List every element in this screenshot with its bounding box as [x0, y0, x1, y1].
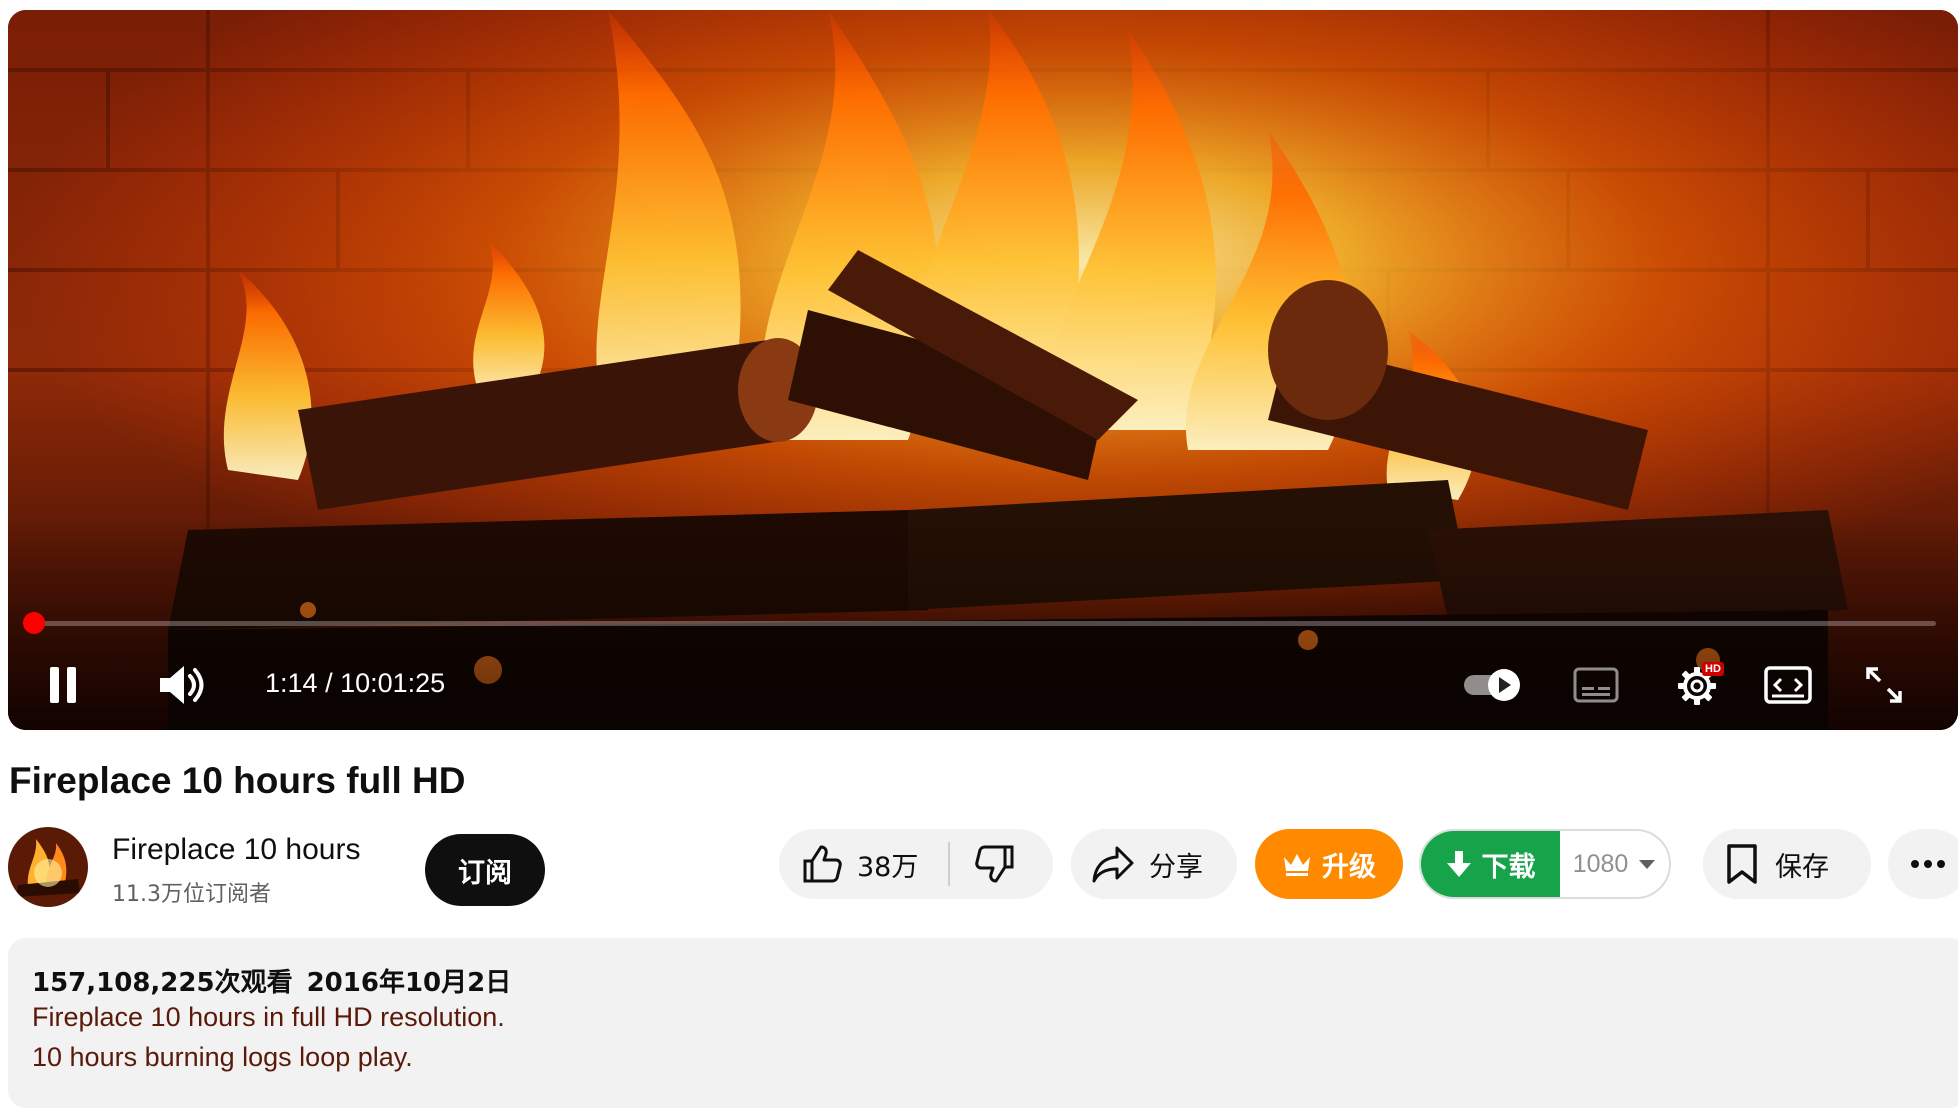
download-button[interactable]: 下载 — [1421, 831, 1560, 897]
upgrade-button[interactable]: 升级 — [1255, 829, 1403, 899]
theater-icon — [1764, 666, 1812, 704]
settings-button[interactable]: HD — [1664, 658, 1730, 710]
description-meta: 157,108,225次观看 2016年10月2日 — [32, 962, 511, 999]
download-label: 下载 — [1481, 851, 1536, 883]
subscribe-button[interactable]: 订阅 — [425, 834, 545, 906]
quality-select[interactable]: 1080 — [1560, 831, 1669, 897]
volume-button[interactable] — [152, 660, 212, 710]
like-count: 38万 — [857, 851, 919, 883]
channel-avatar[interactable] — [8, 827, 88, 907]
subscriber-count: 11.3万位订阅者 — [112, 882, 271, 907]
share-button[interactable]: 分享 — [1071, 829, 1237, 899]
time-display: 1:14 / 10:01:25 — [265, 668, 445, 699]
fullscreen-button[interactable] — [1858, 662, 1910, 708]
autoplay-icon — [1464, 669, 1520, 701]
thumbs-up-icon — [803, 845, 842, 883]
share-icon — [1092, 846, 1134, 883]
player-controls: 1:14 / 10:01:25 HD — [8, 650, 1958, 720]
progress-track[interactable] — [28, 621, 1936, 626]
like-dislike-group: 38万 — [779, 829, 1053, 899]
thumbs-down-icon — [975, 845, 1014, 883]
fullscreen-icon — [1866, 667, 1902, 703]
download-group: 下载 1080 — [1419, 829, 1671, 899]
upload-date: 2016年10月2日 — [306, 968, 512, 998]
more-horizontal-icon — [1911, 860, 1945, 868]
upgrade-label: 升级 — [1322, 851, 1376, 883]
autoplay-toggle[interactable] — [1460, 662, 1526, 708]
theater-mode-button[interactable] — [1758, 662, 1818, 708]
video-title: Fireplace 10 hours full HD — [9, 760, 466, 801]
duration: 10:01:25 — [340, 668, 446, 698]
video-player[interactable]: 1:14 / 10:01:25 HD — [8, 10, 1958, 730]
save-label: 保存 — [1775, 851, 1829, 883]
dislike-button[interactable] — [950, 829, 1016, 899]
volume-icon — [160, 666, 204, 704]
avatar-image — [8, 827, 88, 907]
quality-value: 1080 — [1572, 849, 1629, 878]
progress-scrubber[interactable] — [22, 612, 45, 634]
current-time: 1:14 — [265, 668, 318, 698]
like-button[interactable]: 38万 — [801, 829, 918, 899]
chevron-down-icon — [1639, 860, 1656, 869]
subtitles-icon — [1573, 667, 1619, 703]
hd-badge: HD — [1702, 662, 1724, 676]
bookmark-icon — [1727, 844, 1757, 884]
progress-bar[interactable] — [22, 612, 1936, 634]
pause-button[interactable] — [38, 660, 88, 710]
description-line: Fireplace 10 hours in full HD resolution… — [32, 1002, 505, 1032]
download-arrow-icon — [1446, 851, 1471, 877]
description-box[interactable]: 157,108,225次观看 2016年10月2日 Fireplace 10 ho… — [8, 938, 1958, 1108]
view-count: 157,108,225次观看 — [32, 968, 293, 998]
subtitles-button[interactable] — [1568, 662, 1624, 708]
description-line: 10 hours burning logs loop play. — [32, 1042, 413, 1072]
more-actions-button[interactable] — [1888, 829, 1958, 899]
time-separator: / — [317, 668, 341, 698]
channel-name[interactable]: Fireplace 10 hours — [112, 833, 360, 867]
crown-icon — [1284, 854, 1310, 876]
pause-icon — [50, 667, 76, 703]
save-button[interactable]: 保存 — [1703, 829, 1871, 899]
share-label: 分享 — [1149, 851, 1203, 883]
